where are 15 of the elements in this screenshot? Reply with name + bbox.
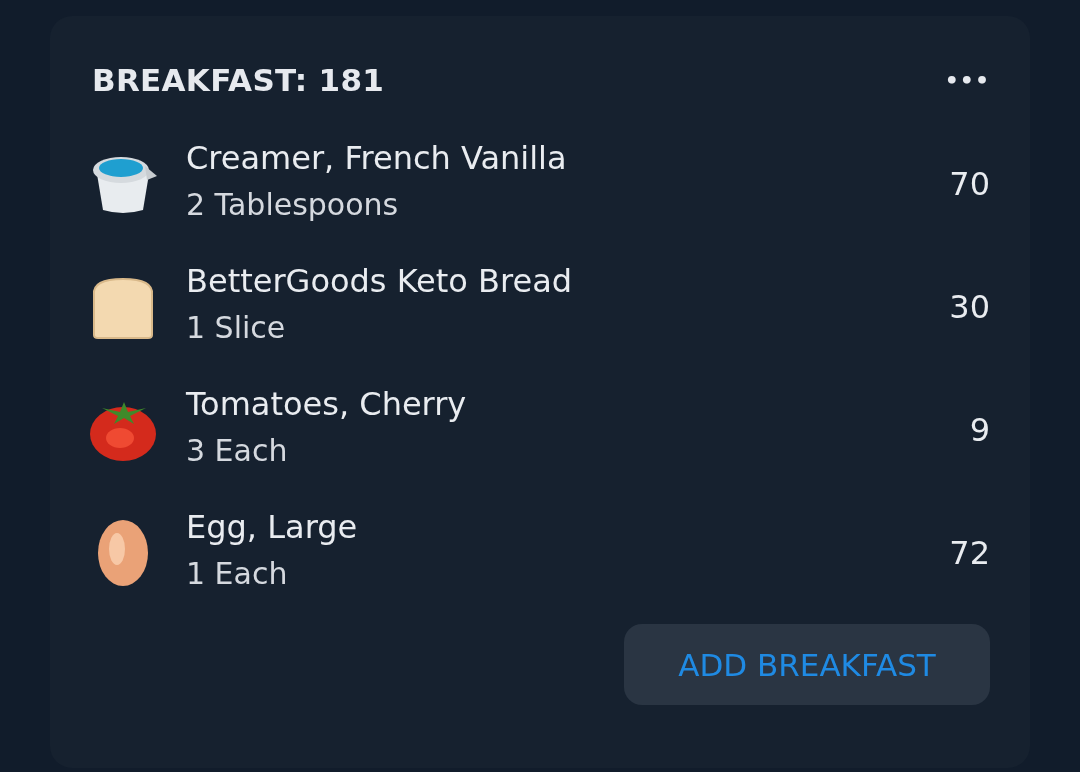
food-serving: 1 Slice: [186, 310, 287, 345]
food-name[interactable]: Egg, Large: [186, 508, 950, 546]
food-name[interactable]: BetterGoods Keto Bread: [186, 262, 950, 300]
food-calories: 70: [949, 164, 990, 203]
food-serving: 3 Each: [186, 433, 289, 468]
more-button[interactable]: •••: [944, 67, 990, 93]
food-serving: 1 Each: [186, 556, 289, 591]
meal-title: BREAKFAST: 181: [92, 62, 385, 98]
food-calories: 30: [949, 287, 990, 326]
food-calories: 9: [969, 410, 990, 449]
food-calories: 72: [949, 533, 990, 572]
food-name[interactable]: Creamer, French Vanilla: [186, 139, 950, 177]
food-serving: 2 Tablespoons: [186, 187, 400, 222]
egg-icon: [97, 518, 149, 587]
food-name[interactable]: Tomatoes, Cherry: [186, 385, 970, 423]
